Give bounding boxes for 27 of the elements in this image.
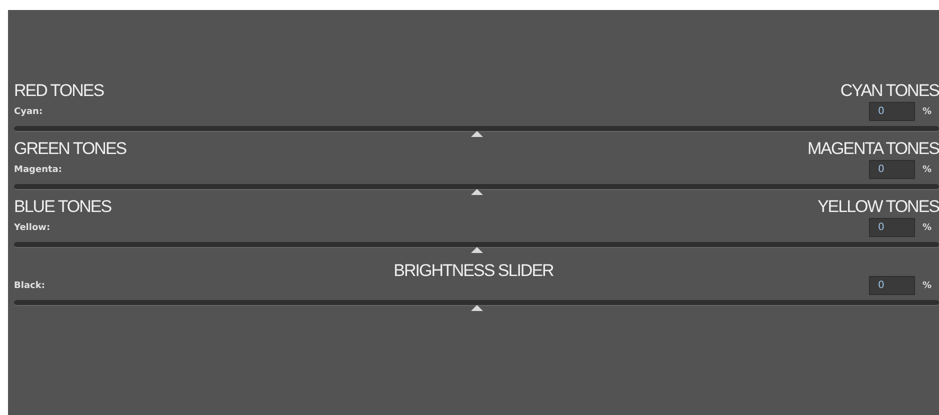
slider-track[interactable] [14, 242, 939, 248]
slider-thumb[interactable] [470, 305, 482, 312]
slider-label: Magenta: [14, 164, 63, 175]
slider-track[interactable] [14, 126, 939, 132]
percent-field[interactable]: 0 [869, 160, 915, 180]
unit-label: % [921, 164, 933, 175]
slider-thumb[interactable] [470, 189, 482, 196]
section-title: MAGENTA TONES [807, 139, 939, 160]
slider-track[interactable] [14, 300, 939, 306]
unit-label: % [921, 280, 933, 291]
section-title: BLUE TONES [14, 197, 112, 218]
slider-label: Yellow: [14, 222, 52, 233]
slider-label: Black: [14, 280, 46, 291]
slider-track[interactable] [14, 184, 939, 190]
percent-field[interactable]: 0 [869, 218, 915, 238]
unit-label: % [921, 222, 933, 233]
section-title: YELLOW TONES [817, 197, 939, 218]
slider-label: Cyan: [14, 106, 44, 117]
percent-field[interactable]: 0 [869, 276, 915, 296]
section-title: CYAN TONES [840, 81, 939, 102]
section-title: RED TONES [14, 81, 104, 102]
slider-thumb[interactable] [470, 247, 482, 254]
percent-field[interactable]: 0 [869, 102, 915, 122]
section-title: GREEN TONES [14, 139, 126, 160]
slider-thumb[interactable] [470, 131, 482, 138]
section-title: BRIGHTNESS SLIDER [394, 261, 554, 282]
unit-label: % [921, 106, 933, 117]
